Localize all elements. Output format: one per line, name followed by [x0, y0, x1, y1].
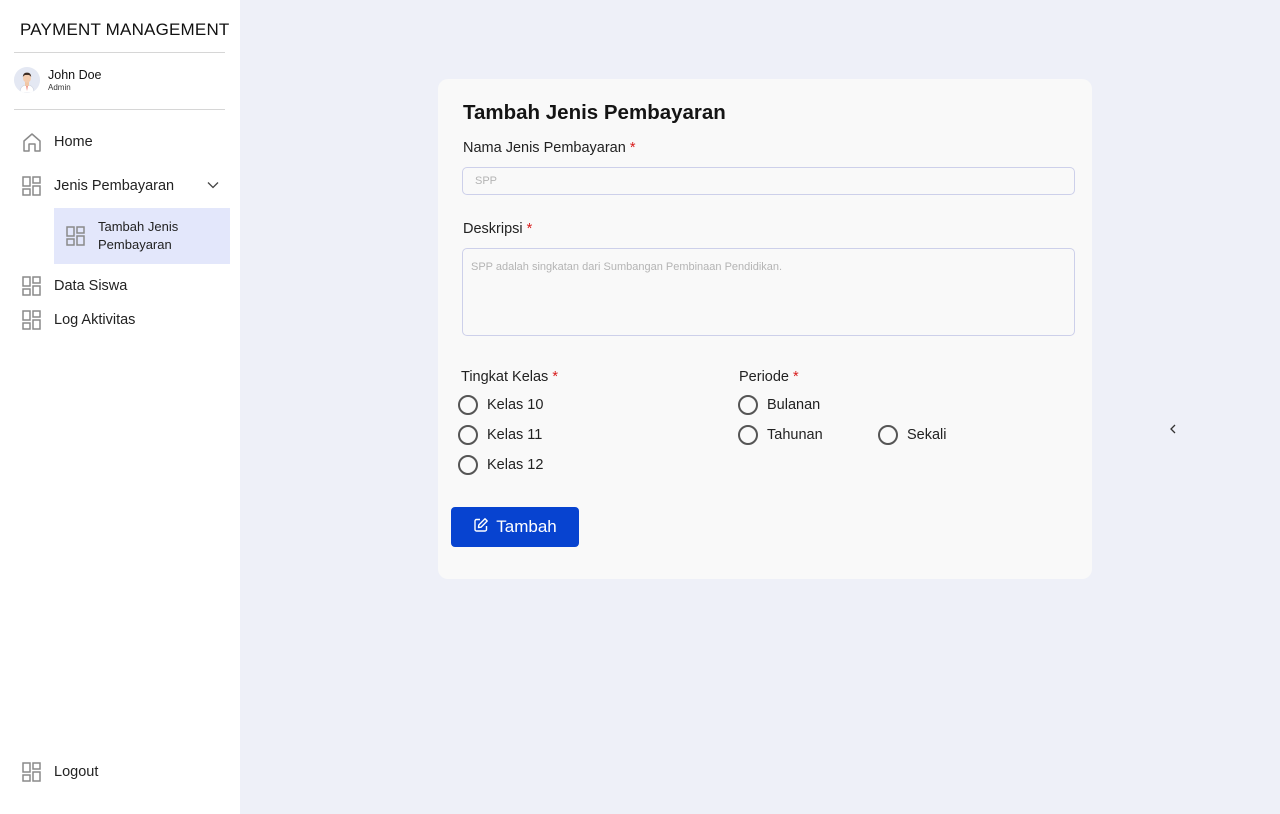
radio-kelas-10[interactable]: Kelas 10 — [458, 395, 543, 415]
radio-label: Kelas 11 — [487, 427, 543, 443]
deskripsi-label: Deskripsi * — [463, 221, 532, 237]
avatar — [14, 67, 40, 93]
sidebar-item-label: Home — [54, 134, 93, 150]
divider — [14, 52, 225, 53]
radio-kelas-11[interactable]: Kelas 11 — [458, 425, 542, 445]
field-label-text: Periode — [739, 369, 789, 385]
tambah-button-label: Tambah — [496, 517, 557, 536]
nama-jenis-pembayaran-input[interactable] — [462, 167, 1075, 195]
grid-icon — [66, 226, 86, 246]
grid-icon — [22, 762, 42, 782]
user-profile[interactable]: John Doe Admin — [14, 67, 102, 93]
grid-icon — [22, 276, 42, 296]
sidebar-item-log-aktivitas[interactable]: Log Aktivitas — [22, 308, 135, 332]
field-label-text: Nama Jenis Pembayaran — [463, 140, 626, 156]
sidebar-item-data-siswa[interactable]: Data Siswa — [22, 274, 127, 298]
sidebar-item-label: Jenis Pembayaran — [54, 178, 175, 194]
required-mark: * — [552, 369, 558, 385]
sidebar-item-label: Log Aktivitas — [54, 312, 136, 328]
radio-label: Tahunan — [767, 427, 823, 443]
edit-icon — [473, 517, 489, 538]
deskripsi-textarea[interactable] — [462, 248, 1075, 336]
tingkat-kelas-label: Tingkat Kelas * — [461, 369, 558, 385]
form-card: Tambah Jenis Pembayaran Nama Jenis Pemba… — [438, 79, 1092, 579]
radio-sekali[interactable]: Sekali — [878, 425, 947, 445]
periode-label: Periode * — [739, 369, 799, 385]
required-mark: * — [629, 140, 636, 156]
chevron-down-icon[interactable] — [206, 178, 220, 192]
sidebar-item-jenis-pembayaran[interactable]: Jenis Pembayaran — [22, 174, 174, 198]
grid-icon — [22, 310, 42, 330]
sidebar-item-logout[interactable]: Logout — [22, 760, 98, 784]
radio-label: Kelas 12 — [487, 457, 544, 473]
radio-label: Bulanan — [767, 397, 821, 413]
tambah-button[interactable]: Tambah — [451, 507, 579, 547]
field-label-text: Tingkat Kelas — [461, 369, 549, 385]
sidebar-item-label: Tambah Jenis Pembayaran — [98, 219, 179, 252]
radio-circle[interactable] — [878, 425, 898, 445]
radio-kelas-12[interactable]: Kelas 12 — [458, 455, 543, 475]
sidebar-item-home[interactable]: Home — [22, 130, 93, 154]
required-mark: * — [526, 221, 533, 237]
radio-circle[interactable] — [738, 425, 758, 445]
field-label-text: Deskripsi — [463, 221, 523, 237]
sidebar-item-tambah-jenis-pembayaran[interactable]: Tambah Jenis Pembayaran — [54, 208, 230, 264]
sidebar: PAYMENT MANAGEMENT John Doe Admin Home J… — [0, 0, 240, 814]
radio-circle[interactable] — [738, 395, 758, 415]
app-title: PAYMENT MANAGEMENT — [20, 20, 230, 39]
grid-icon — [22, 176, 42, 196]
sidebar-item-label: Logout — [54, 764, 99, 780]
user-role: Admin — [48, 82, 71, 92]
user-name: John Doe — [48, 67, 102, 82]
required-mark: * — [792, 369, 799, 385]
radio-circle[interactable] — [458, 425, 478, 445]
radio-bulanan[interactable]: Bulanan — [738, 395, 820, 415]
radio-label: Kelas 10 — [487, 397, 544, 413]
page-title: Tambah Jenis Pembayaran — [463, 101, 726, 124]
radio-circle[interactable] — [458, 395, 478, 415]
radio-label: Sekali — [907, 427, 947, 443]
divider — [14, 109, 225, 110]
radio-circle[interactable] — [458, 455, 478, 475]
nama-label: Nama Jenis Pembayaran * — [463, 140, 635, 156]
sidebar-item-label: Data Siswa — [54, 278, 128, 294]
radio-tahunan[interactable]: Tahunan — [738, 425, 823, 445]
chevron-left-icon[interactable] — [1166, 422, 1180, 436]
home-icon — [22, 132, 42, 152]
